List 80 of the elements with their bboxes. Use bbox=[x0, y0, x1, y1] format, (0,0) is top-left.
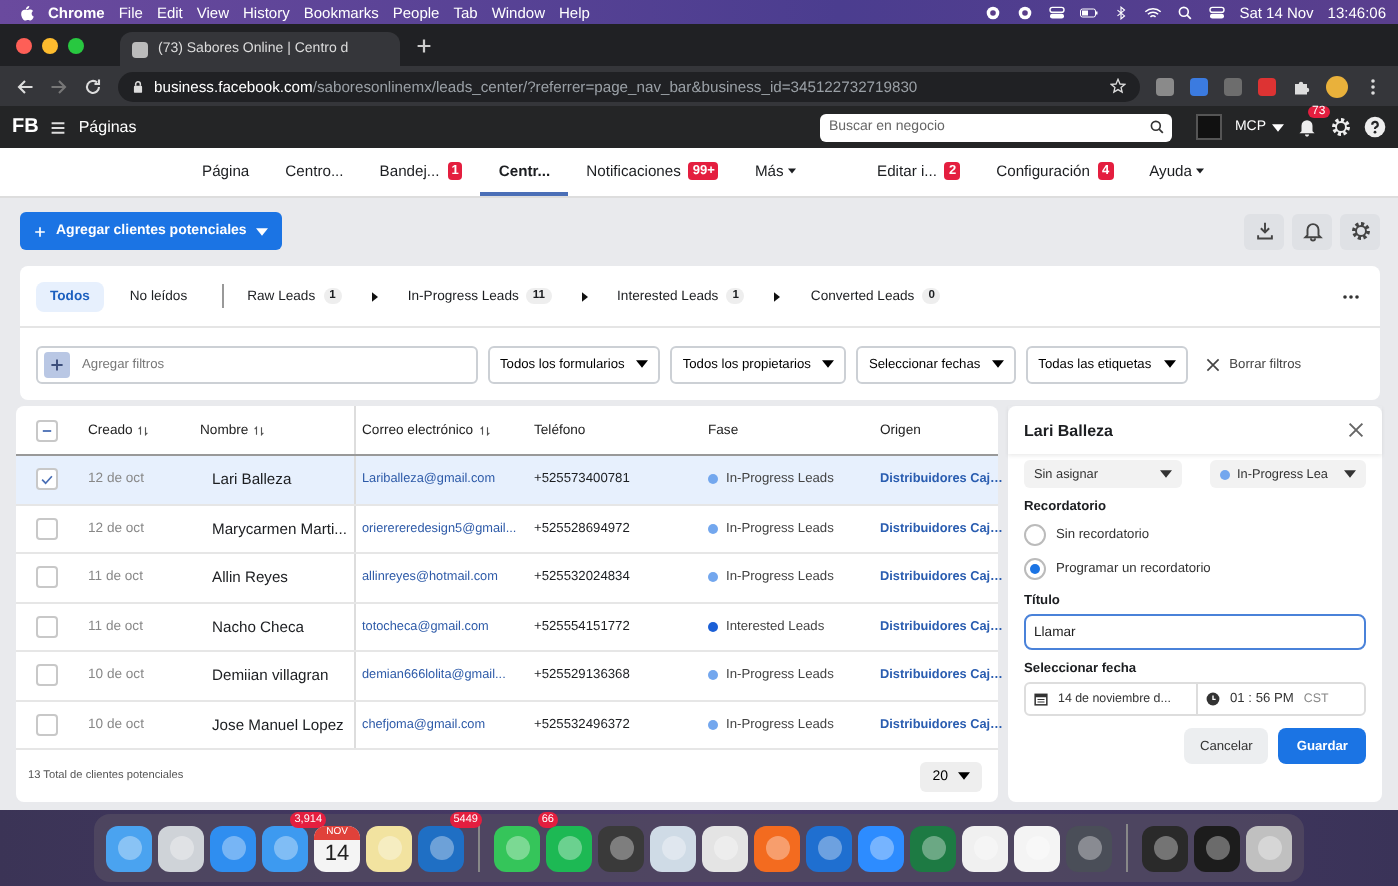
logo[interactable]: FB bbox=[12, 116, 39, 138]
checkbox[interactable] bbox=[35, 664, 57, 687]
app-icon[interactable] bbox=[546, 825, 592, 871]
star-icon[interactable] bbox=[1110, 78, 1126, 94]
settings-icon bbox=[1349, 220, 1371, 242]
arrow-icon bbox=[581, 291, 588, 301]
window-zoom-button[interactable] bbox=[68, 37, 84, 53]
forward-icon[interactable] bbox=[50, 77, 68, 95]
sort-icon[interactable] bbox=[479, 425, 490, 435]
toggle-icon[interactable] bbox=[1047, 5, 1066, 19]
app-icon[interactable] bbox=[858, 825, 904, 871]
puzzle-icon[interactable] bbox=[1292, 77, 1310, 95]
app-icon[interactable] bbox=[1014, 825, 1060, 871]
caret-icon bbox=[1163, 360, 1176, 368]
check-icon bbox=[39, 472, 53, 487]
app-icon[interactable] bbox=[210, 825, 256, 871]
bluetooth-icon[interactable] bbox=[1111, 5, 1130, 19]
favicon-icon bbox=[132, 41, 148, 57]
window-minimize-button[interactable] bbox=[42, 37, 58, 53]
checkbox[interactable] bbox=[35, 419, 57, 441]
help-icon[interactable] bbox=[1364, 116, 1386, 138]
add-filter-button[interactable] bbox=[44, 351, 70, 377]
caret-icon bbox=[1344, 470, 1356, 478]
checkbox[interactable] bbox=[35, 615, 57, 638]
app-icon[interactable] bbox=[806, 825, 852, 871]
app-icon[interactable] bbox=[158, 825, 204, 871]
caret-icon bbox=[992, 360, 1005, 368]
app-icon[interactable] bbox=[262, 825, 308, 871]
app-icon[interactable] bbox=[366, 825, 412, 871]
caret-icon bbox=[1272, 123, 1284, 131]
caret-icon bbox=[256, 227, 269, 235]
back-icon[interactable] bbox=[16, 77, 34, 95]
search-icon[interactable] bbox=[1175, 5, 1194, 19]
control-center-icon[interactable] bbox=[1207, 5, 1226, 19]
panel-title: Lari Balleza bbox=[1024, 421, 1115, 439]
window-close-button[interactable] bbox=[16, 37, 32, 53]
plus-icon bbox=[50, 357, 64, 371]
app-icon[interactable] bbox=[962, 825, 1008, 871]
radio-button[interactable] bbox=[1024, 557, 1046, 579]
caret-icon bbox=[636, 360, 649, 368]
wifi-icon[interactable] bbox=[1143, 5, 1162, 19]
app-icon[interactable] bbox=[1246, 825, 1292, 871]
menu-icon[interactable] bbox=[50, 119, 67, 135]
radio-button[interactable] bbox=[1024, 523, 1046, 545]
lock-icon bbox=[132, 79, 144, 93]
checkbox[interactable] bbox=[35, 713, 57, 736]
download-button[interactable] bbox=[1244, 213, 1284, 249]
account-logo-icon[interactable] bbox=[1196, 114, 1223, 140]
app-icon[interactable] bbox=[702, 825, 748, 871]
caret-icon bbox=[958, 772, 970, 780]
arrow-icon bbox=[774, 291, 781, 301]
reload-icon[interactable] bbox=[84, 77, 102, 95]
app-icon[interactable] bbox=[754, 825, 800, 871]
app-icon[interactable] bbox=[650, 825, 696, 871]
settings-icon[interactable] bbox=[1330, 116, 1352, 138]
settings-button[interactable] bbox=[1340, 213, 1380, 249]
close-icon[interactable] bbox=[1348, 422, 1364, 438]
arrow-icon bbox=[371, 291, 378, 301]
caret-icon bbox=[822, 360, 835, 368]
caret-icon bbox=[1159, 470, 1171, 478]
battery-icon[interactable] bbox=[1079, 5, 1098, 19]
close-icon bbox=[1205, 357, 1220, 371]
checkbox[interactable] bbox=[35, 566, 57, 589]
sort-icon[interactable] bbox=[138, 425, 149, 435]
avatar-icon[interactable] bbox=[1326, 75, 1348, 97]
notifications-icon bbox=[1301, 220, 1323, 242]
more-icon[interactable] bbox=[1342, 293, 1360, 299]
app-icon[interactable] bbox=[494, 825, 540, 871]
app-icon[interactable] bbox=[106, 825, 152, 871]
notifications-button[interactable] bbox=[1292, 213, 1332, 249]
section-title: Páginas bbox=[78, 118, 137, 136]
checkbox[interactable] bbox=[35, 517, 57, 540]
sort-icon[interactable] bbox=[254, 425, 265, 435]
notifications-icon[interactable] bbox=[1296, 116, 1318, 138]
search-icon[interactable] bbox=[1150, 120, 1165, 134]
new-tab-icon[interactable] bbox=[416, 37, 432, 53]
download-icon bbox=[1253, 220, 1275, 242]
plus-icon bbox=[34, 225, 46, 237]
checkbox[interactable] bbox=[35, 468, 57, 491]
logo-icon[interactable] bbox=[20, 3, 34, 21]
